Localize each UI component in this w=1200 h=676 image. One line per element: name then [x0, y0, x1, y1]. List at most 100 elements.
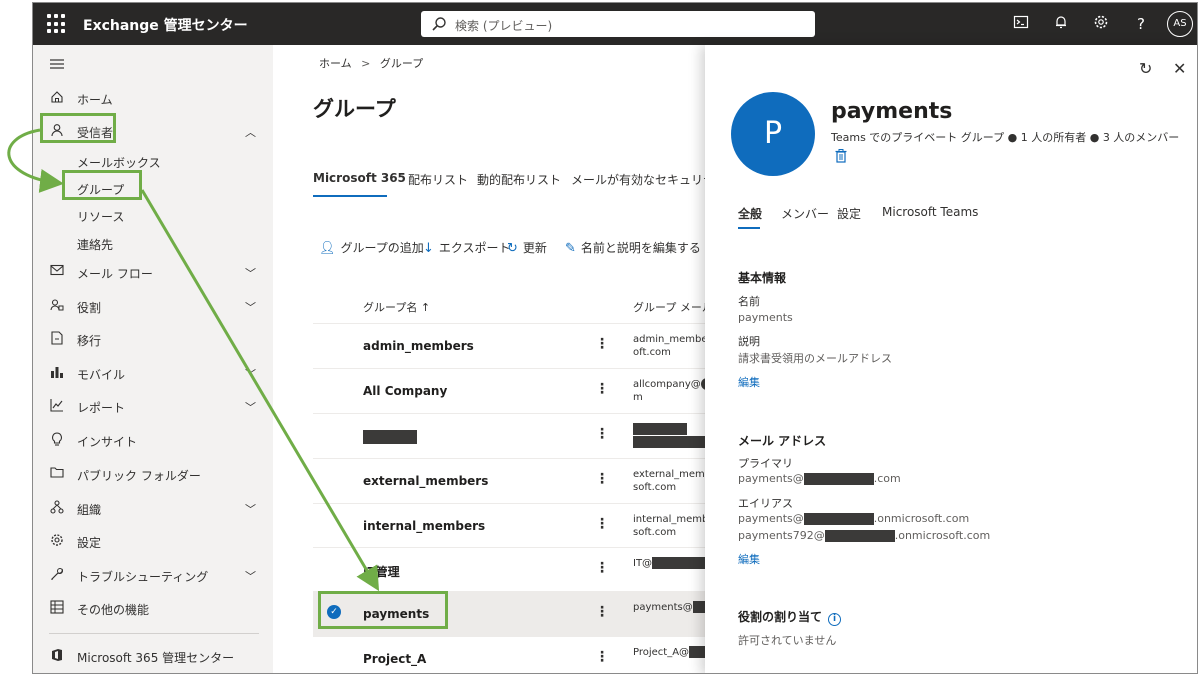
page-title: グループ — [313, 97, 396, 121]
more-options-icon[interactable]: ⋮ — [595, 516, 609, 532]
table-row[interactable]: admin_members ⋮ admin_members oft.com — [313, 323, 709, 368]
tab-distribution-list[interactable]: 配布リスト — [408, 171, 468, 188]
close-icon[interactable]: ✕ — [1173, 59, 1186, 78]
gear-icon[interactable] — [1091, 14, 1111, 34]
chevron-down-icon[interactable]: ﹀ — [245, 501, 256, 517]
tab-microsoft-365[interactable]: Microsoft 365 — [313, 171, 406, 185]
terminal-icon[interactable] — [1011, 14, 1031, 34]
chevron-down-icon[interactable]: ﹀ — [245, 299, 256, 315]
migration-icon — [49, 331, 65, 347]
more-options-icon[interactable]: ⋮ — [595, 336, 609, 352]
app-launcher-icon[interactable] — [47, 14, 67, 34]
group-name[interactable]: All Company — [363, 384, 447, 398]
nav-item-troubleshooting[interactable]: トラブルシューティング ﹀ — [33, 562, 273, 590]
nav-item-contacts[interactable]: 連絡先 — [33, 230, 273, 258]
table-row[interactable]: IT管理 ⋮ IT@ — [313, 547, 709, 592]
chevron-down-icon[interactable]: ﹀ — [245, 568, 256, 584]
chevron-down-icon[interactable]: ﹀ — [245, 399, 256, 415]
nav-collapse-button[interactable] — [33, 53, 273, 81]
tab-general[interactable]: 全般 — [738, 205, 762, 222]
more-options-icon[interactable]: ⋮ — [595, 426, 609, 442]
alias-email-local: payments792@ — [738, 529, 825, 542]
edit-name-description-button[interactable]: ✎ 名前と説明を編集する — [565, 239, 701, 256]
group-name-redacted[interactable] — [363, 429, 417, 444]
search-input[interactable]: 検索 (プレビュー) — [421, 11, 815, 37]
refresh-button[interactable]: ↻ 更新 — [507, 239, 547, 256]
nav-item-label: メールボックス — [77, 156, 161, 170]
chevron-down-icon[interactable]: ﹀ — [245, 366, 256, 382]
nav-item-label: リソース — [77, 210, 125, 224]
primary-email: payments@ .com — [738, 472, 901, 485]
group-email-text: payments@ — [633, 602, 693, 613]
table-row[interactable]: internal_members ⋮ internal_membe soft.co… — [313, 503, 709, 548]
group-name[interactable]: external_members — [363, 474, 488, 488]
annotation-box-groups — [62, 170, 142, 200]
nav-item-organization[interactable]: 組織 ﹀ — [33, 495, 273, 523]
nav-item-label: 連絡先 — [77, 238, 114, 252]
nav-item-mail-flow[interactable]: メール フロー ﹀ — [33, 259, 273, 287]
nav-item-home[interactable]: ホーム — [33, 85, 273, 113]
export-button[interactable]: ↓ エクスポート — [423, 239, 511, 256]
group-avatar: P — [731, 92, 815, 176]
nav-item-resources[interactable]: リソース — [33, 202, 273, 230]
group-email: IT@ — [633, 557, 709, 570]
delete-icon[interactable] — [835, 149, 847, 167]
group-name[interactable]: IT管理 — [363, 563, 400, 580]
nav-item-roles[interactable]: 役割 ﹀ — [33, 293, 273, 321]
edit-name-description-label: 名前と説明を編集する — [580, 241, 701, 255]
primary-email-domain: .com — [873, 472, 901, 485]
folder-icon — [49, 466, 65, 482]
edit-email-link[interactable]: 編集 — [738, 551, 760, 567]
nav-item-insights[interactable]: インサイト — [33, 427, 273, 455]
table-row[interactable]: external_members ⋮ external_membe soft.co… — [313, 458, 709, 503]
nav-item-mobile[interactable]: モバイル ﹀ — [33, 360, 273, 388]
more-options-icon[interactable]: ⋮ — [595, 560, 609, 576]
tab-microsoft-teams[interactable]: Microsoft Teams — [882, 205, 978, 219]
edit-basic-info-link[interactable]: 編集 — [738, 374, 760, 390]
tab-settings[interactable]: 設定 — [837, 205, 861, 222]
user-avatar[interactable]: AS — [1167, 11, 1193, 37]
app-title[interactable]: Exchange 管理センター — [83, 15, 248, 35]
tab-dynamic-distribution[interactable]: 動的配布リスト — [477, 171, 561, 188]
nav-item-reports[interactable]: レポート ﹀ — [33, 393, 273, 421]
nav-item-label: ホーム — [77, 93, 113, 107]
more-options-icon[interactable]: ⋮ — [595, 604, 609, 620]
info-icon[interactable]: i — [828, 613, 842, 626]
redaction — [633, 436, 705, 448]
chevron-up-icon[interactable]: ︿ — [245, 124, 256, 140]
help-icon[interactable]: ? — [1131, 14, 1151, 34]
tab-members[interactable]: メンバー — [781, 205, 829, 222]
table-row[interactable]: Project_A ⋮ Project_A@ — [313, 636, 709, 673]
tab-mail-enabled-security[interactable]: メールが有効なセキュリティ — [571, 171, 726, 188]
nav-item-settings[interactable]: 設定 — [33, 528, 273, 556]
settings-icon — [49, 533, 65, 549]
home-icon — [49, 90, 65, 106]
refresh-icon[interactable]: ↻ — [1139, 59, 1152, 78]
column-header-mail[interactable]: グループ メール — [633, 299, 713, 315]
add-group-button[interactable]: 👤︎ グループの追加 — [319, 239, 424, 256]
more-options-icon[interactable]: ⋮ — [595, 471, 609, 487]
column-header-name[interactable]: グループ名 ↑ — [363, 299, 430, 315]
table-row[interactable]: ⋮ — [313, 413, 705, 458]
group-name[interactable]: internal_members — [363, 519, 485, 533]
download-icon: ↓ — [423, 241, 434, 256]
report-icon — [49, 398, 65, 414]
table-row[interactable]: All Company ⋮ allcompany@ m — [313, 368, 709, 413]
group-name[interactable]: admin_members — [363, 339, 474, 353]
search-icon — [432, 17, 446, 31]
more-options-icon[interactable]: ⋮ — [595, 649, 609, 665]
group-email-line: internal_membe — [633, 514, 709, 525]
nav-item-label: 組織 — [77, 503, 102, 517]
breadcrumb-home[interactable]: ホーム — [319, 57, 352, 70]
bell-icon[interactable] — [1051, 14, 1071, 34]
refresh-label: 更新 — [522, 241, 547, 255]
chevron-down-icon[interactable]: ﹀ — [245, 265, 256, 281]
nav-item-public-folders[interactable]: パブリック フォルダー — [33, 461, 273, 489]
nav-item-m365-admin[interactable]: Microsoft 365 管理センター — [33, 643, 273, 671]
group-name[interactable]: Project_A — [363, 652, 426, 666]
description-label: 説明 — [738, 335, 760, 348]
more-options-icon[interactable]: ⋮ — [595, 381, 609, 397]
nav-item-migration[interactable]: 移行 — [33, 326, 273, 354]
nav-item-label: 役割 — [77, 301, 102, 315]
nav-item-other-features[interactable]: その他の機能 — [33, 595, 273, 623]
